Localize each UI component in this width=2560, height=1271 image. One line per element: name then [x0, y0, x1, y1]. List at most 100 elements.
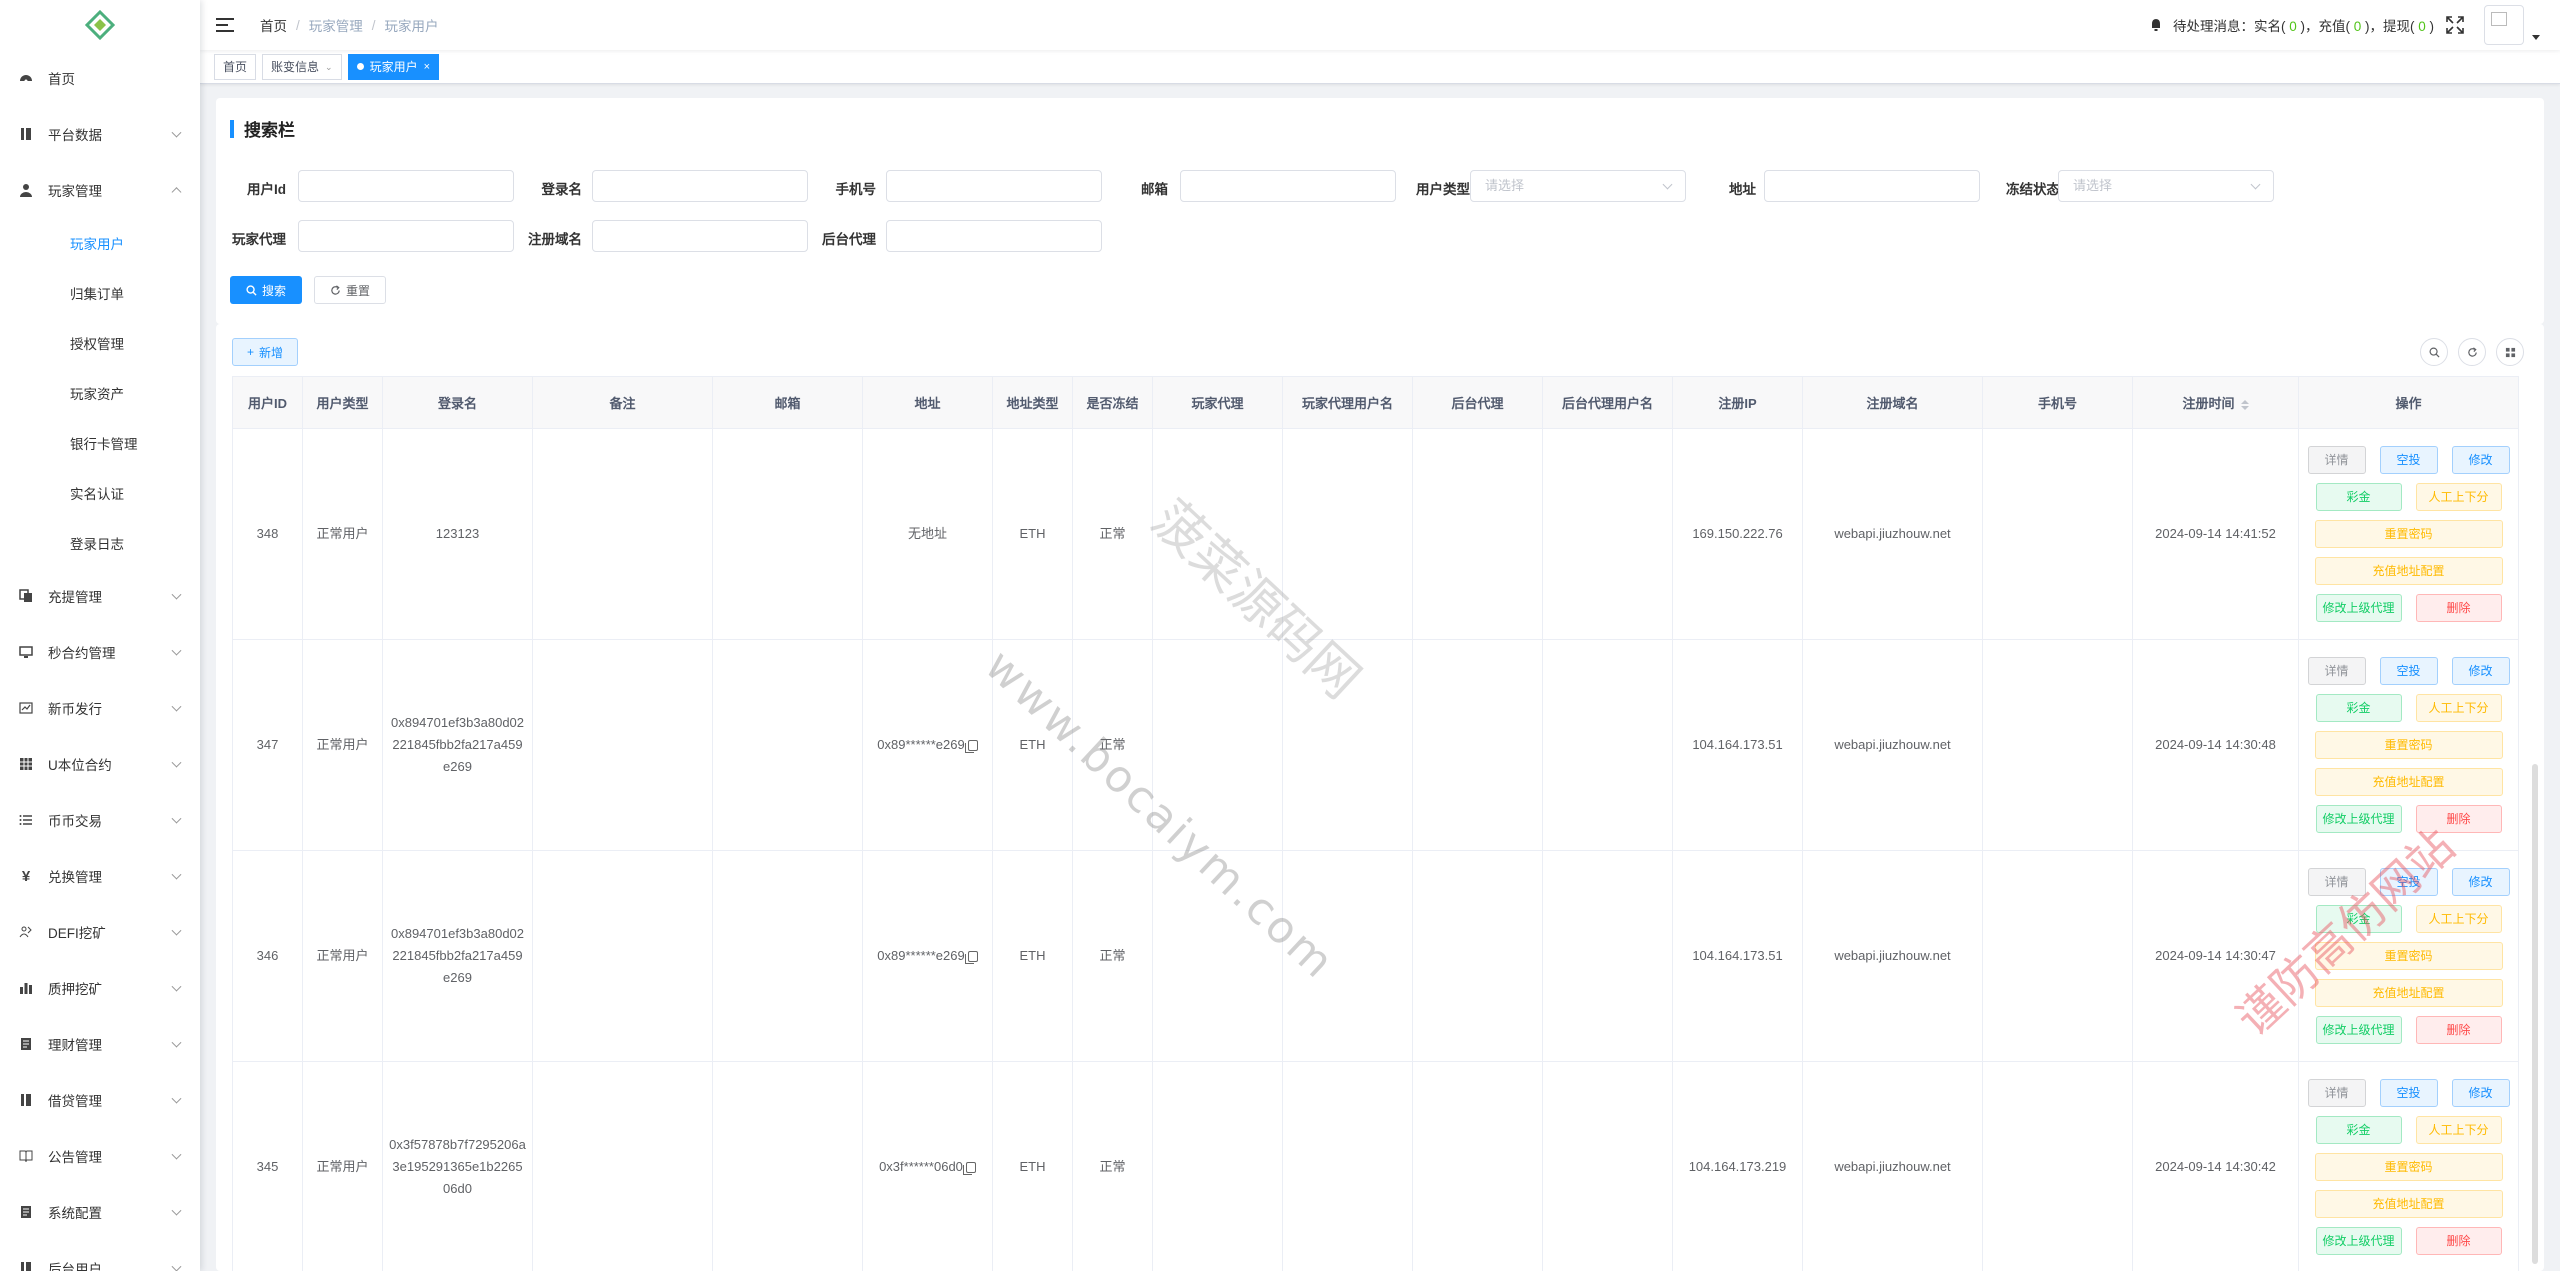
menu-item-second-contract[interactable]: 秒合约管理 — [0, 624, 200, 680]
reset-password-button[interactable]: 重置密码 — [2314, 520, 2503, 548]
airdrop-button[interactable]: 空投 — [2379, 446, 2438, 474]
breadcrumb-item[interactable]: 玩家管理 — [309, 15, 363, 35]
manual-adjust-button[interactable]: 人工上下分 — [2415, 694, 2502, 722]
edit-button[interactable]: 修改 — [2451, 868, 2510, 896]
menu-item-admin-users[interactable]: 后台用户 — [0, 1240, 200, 1271]
submenu-item-players[interactable]: 玩家用户 — [0, 218, 200, 268]
col-register-time[interactable]: 注册时间 — [2132, 376, 2299, 429]
menu-item-staking[interactable]: 质押挖矿 — [0, 960, 200, 1016]
reset-password-button[interactable]: 重置密码 — [2314, 731, 2503, 759]
edit-button[interactable]: 修改 — [2451, 446, 2510, 474]
edit-agent-button[interactable]: 修改上级代理 — [2315, 805, 2402, 833]
menu-item-defi[interactable]: DEFI挖矿 — [0, 904, 200, 960]
caret-down-icon[interactable] — [2532, 34, 2540, 40]
tag-home[interactable]: 首页 — [214, 53, 257, 80]
avatar[interactable] — [2484, 5, 2524, 45]
recharge-address-button[interactable]: 充值地址配置 — [2314, 768, 2503, 796]
delete-button[interactable]: 删除 — [2415, 594, 2502, 622]
manual-adjust-button[interactable]: 人工上下分 — [2415, 905, 2502, 933]
user-type-select[interactable]: 请选择 — [1470, 170, 1686, 202]
domain-input[interactable] — [592, 220, 808, 252]
bonus-button[interactable]: 彩金 — [2315, 483, 2402, 511]
submenu-item-authorization[interactable]: 授权管理 — [0, 318, 200, 368]
reset-password-button[interactable]: 重置密码 — [2314, 1153, 2503, 1181]
delete-button[interactable]: 删除 — [2415, 805, 2502, 833]
list-icon — [18, 812, 34, 828]
close-icon[interactable]: × — [424, 55, 430, 79]
address-input[interactable] — [1764, 170, 1980, 202]
user-id-input[interactable] — [298, 170, 514, 202]
tag-account-change[interactable]: 账变信息 ⌄ — [262, 53, 342, 80]
refresh-icon — [331, 284, 340, 295]
menu-item-system-config[interactable]: 系统配置 — [0, 1184, 200, 1240]
email-input[interactable] — [1180, 170, 1396, 202]
menu-item-deposit-withdraw[interactable]: 充提管理 — [0, 568, 200, 624]
table-scrollbar[interactable] — [2532, 764, 2538, 1264]
menu-item-u-contract[interactable]: U本位合约 — [0, 736, 200, 792]
edit-agent-button[interactable]: 修改上级代理 — [2315, 1227, 2402, 1255]
copy-icon[interactable] — [964, 740, 978, 754]
manual-adjust-button[interactable]: 人工上下分 — [2415, 483, 2502, 511]
submenu-item-real-name[interactable]: 实名认证 — [0, 468, 200, 518]
detail-button[interactable]: 详情 — [2307, 657, 2366, 685]
bell-icon[interactable] — [2149, 18, 2163, 32]
edit-agent-button[interactable]: 修改上级代理 — [2315, 594, 2402, 622]
notice-count: 0 — [2418, 19, 2426, 34]
menu-item-player-management[interactable]: 玩家管理 — [0, 162, 200, 218]
toggle-search-button[interactable] — [2420, 338, 2448, 366]
refresh-button[interactable] — [2458, 338, 2486, 366]
menu-item-finance[interactable]: 理财管理 — [0, 1016, 200, 1072]
tag-players[interactable]: 玩家用户 × — [347, 53, 440, 80]
manual-adjust-button[interactable]: 人工上下分 — [2415, 1116, 2502, 1144]
backend-agent-input[interactable] — [886, 220, 1102, 252]
menu-item-platform-data[interactable]: 平台数据 — [0, 106, 200, 162]
menu-item-new-coin[interactable]: 新币发行 — [0, 680, 200, 736]
airdrop-button[interactable]: 空投 — [2379, 868, 2438, 896]
airdrop-button[interactable]: 空投 — [2379, 1079, 2438, 1107]
menu-item-home[interactable]: 首页 — [0, 50, 200, 106]
cell-register-time: 2024-09-14 14:30:48 — [2132, 639, 2299, 851]
delete-button[interactable]: 删除 — [2415, 1016, 2502, 1044]
recharge-address-button[interactable]: 充值地址配置 — [2314, 979, 2503, 1007]
reset-password-button[interactable]: 重置密码 — [2314, 942, 2503, 970]
logo[interactable] — [0, 0, 200, 50]
cell-user-type-text: 正常用户 — [316, 526, 369, 541]
submenu-item-login-log[interactable]: 登录日志 — [0, 518, 200, 568]
pending-notice[interactable]: 待处理消息：实名( 0 )，充值( 0 )，提现( 0 ) — [2173, 15, 2434, 35]
chevron-up-icon — [171, 187, 182, 198]
detail-button[interactable]: 详情 — [2307, 446, 2366, 474]
add-button[interactable]: + 新增 — [232, 338, 299, 366]
copy-icon[interactable] — [964, 951, 978, 965]
breadcrumb-item[interactable]: 首页 — [260, 15, 287, 35]
submenu-item-player-assets[interactable]: 玩家资产 — [0, 368, 200, 418]
detail-button[interactable]: 详情 — [2307, 868, 2366, 896]
frozen-select[interactable]: 请选择 — [2058, 170, 2274, 202]
edit-button[interactable]: 修改 — [2451, 657, 2510, 685]
recharge-address-button[interactable]: 充值地址配置 — [2314, 557, 2503, 585]
agent-input[interactable] — [298, 220, 514, 252]
submenu-item-collect-orders[interactable]: 归集订单 — [0, 268, 200, 318]
bonus-button[interactable]: 彩金 — [2315, 905, 2402, 933]
columns-button[interactable] — [2496, 338, 2524, 366]
bonus-button[interactable]: 彩金 — [2315, 694, 2402, 722]
detail-button[interactable]: 详情 — [2307, 1079, 2366, 1107]
bonus-button[interactable]: 彩金 — [2315, 1116, 2402, 1144]
menu-item-exchange[interactable]: ¥ 兑换管理 — [0, 848, 200, 904]
phone-input[interactable] — [886, 170, 1102, 202]
fullscreen-icon[interactable] — [2446, 16, 2464, 34]
recharge-address-button[interactable]: 充值地址配置 — [2314, 1190, 2503, 1218]
menu-item-loans[interactable]: 借贷管理 — [0, 1072, 200, 1128]
submenu-item-bank-cards[interactable]: 银行卡管理 — [0, 418, 200, 468]
menu-item-announcements[interactable]: 公告管理 — [0, 1128, 200, 1184]
airdrop-button[interactable]: 空投 — [2379, 657, 2438, 685]
edit-button[interactable]: 修改 — [2451, 1079, 2510, 1107]
copy-icon[interactable] — [962, 1162, 976, 1176]
sort-icon[interactable] — [2240, 399, 2249, 410]
menu-item-spot-trading[interactable]: 币币交易 — [0, 792, 200, 848]
hamburger-icon[interactable] — [216, 18, 234, 32]
search-button[interactable]: 搜索 — [230, 276, 302, 304]
delete-button[interactable]: 删除 — [2415, 1227, 2502, 1255]
reset-button[interactable]: 重置 — [314, 276, 386, 304]
login-input[interactable] — [592, 170, 808, 202]
edit-agent-button[interactable]: 修改上级代理 — [2315, 1016, 2402, 1044]
